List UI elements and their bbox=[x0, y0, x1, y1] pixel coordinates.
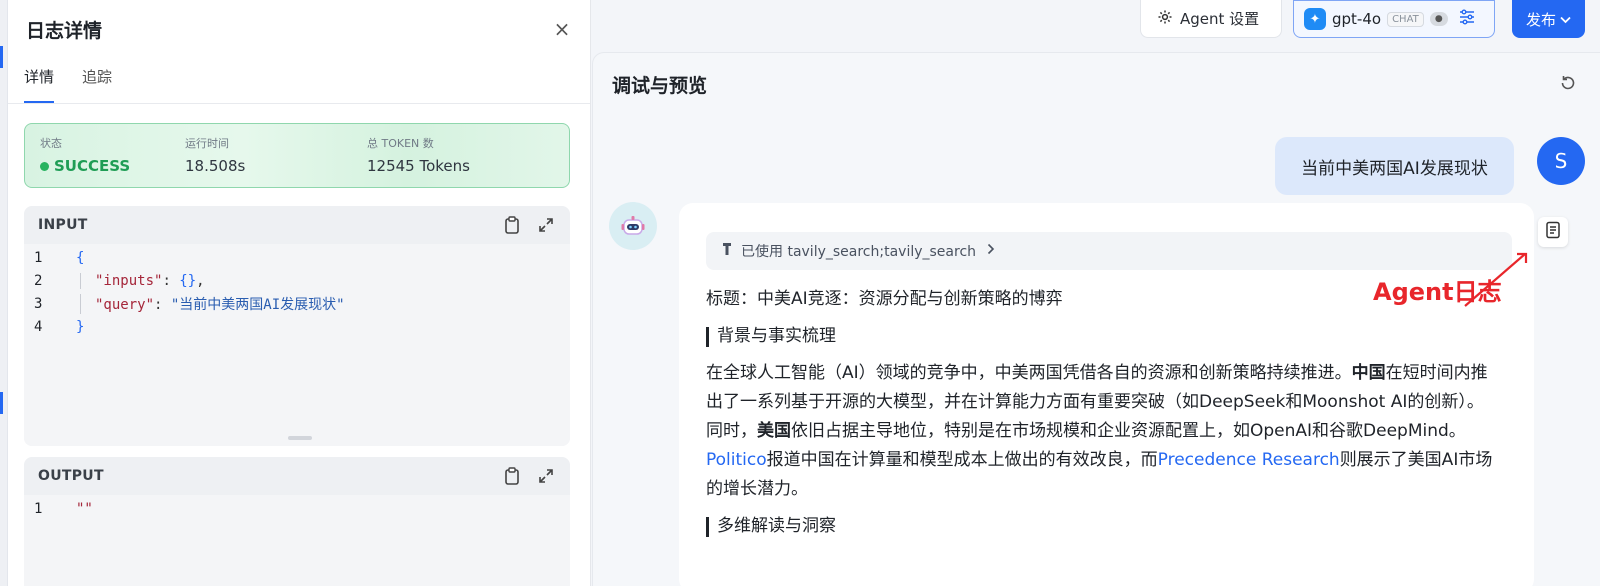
background-app-edge bbox=[0, 0, 8, 586]
json-value: "" bbox=[76, 500, 93, 517]
model-name: gpt-4o bbox=[1332, 10, 1382, 28]
gear-icon bbox=[1157, 9, 1173, 29]
code-line: 1 { bbox=[24, 246, 570, 269]
tokens-label: 总 TOKEN 数 bbox=[367, 137, 434, 150]
output-panel: OUTPUT 1 "" bbox=[24, 457, 570, 586]
chevron-down-icon bbox=[1560, 10, 1571, 28]
runtime-value: 18.508s bbox=[185, 157, 246, 175]
openai-logo-icon: ✦ bbox=[1304, 8, 1326, 30]
log-details-drawer: 日志详情 × 详情 追踪 状态 SUCCESS 运行时间 18.508s 总 T… bbox=[8, 0, 591, 586]
code-line: 2 "inputs": {}, bbox=[24, 269, 570, 292]
tab-details[interactable]: 详情 bbox=[24, 58, 55, 103]
code-line: 3 "query": "当前中美两国AI发展现状" bbox=[24, 292, 570, 315]
precedence-research-link[interactable]: Precedence Research bbox=[1158, 450, 1340, 470]
annotation-arrow-icon bbox=[1464, 252, 1528, 307]
json-key: "query" bbox=[95, 296, 155, 313]
vision-icon: ● bbox=[1429, 12, 1448, 26]
tool-icon bbox=[720, 241, 734, 261]
line-number: 1 bbox=[34, 249, 43, 266]
code-line: 1 "" bbox=[24, 497, 570, 520]
status-value: SUCCESS bbox=[54, 157, 131, 175]
line-number: 2 bbox=[34, 272, 43, 289]
answer-content: 标题：中美AI竞逐：资源分配与创新策略的博弈 背景与事实梳理 在全球人工智能（A… bbox=[706, 285, 1496, 549]
section-title: 背景与事实梳理 bbox=[717, 326, 836, 346]
code-line: 4 } bbox=[24, 315, 570, 338]
json-key: "inputs" bbox=[95, 272, 163, 289]
json-value: "当前中美两国AI发展现状" bbox=[170, 296, 345, 313]
edge-active-marker bbox=[0, 392, 3, 414]
edge-active-marker bbox=[0, 46, 3, 68]
agent-settings-button[interactable]: Agent 设置 bbox=[1140, 0, 1282, 38]
status-label: 状态 bbox=[40, 137, 62, 150]
runtime-stat: 运行时间 18.508s bbox=[185, 135, 367, 176]
input-panel-header: INPUT bbox=[24, 206, 570, 244]
user-avatar: S bbox=[1537, 137, 1585, 185]
publish-label: 发布 bbox=[1525, 10, 1556, 29]
tool-usage-text: 已使用 tavily_search;tavily_search bbox=[741, 244, 977, 260]
preview-title: 调试与预览 bbox=[612, 75, 708, 97]
input-panel-title: INPUT bbox=[38, 217, 88, 233]
json-value: {} bbox=[179, 272, 197, 289]
answer-paragraph: 在全球人工智能（AI）领域的竞争中，中美两国凭借各自的资源和创新策略持续推进。中… bbox=[706, 363, 1493, 499]
resize-handle[interactable] bbox=[288, 436, 312, 440]
bot-message-card: 已使用 tavily_search;tavily_search 标题：中美AI竞… bbox=[679, 203, 1534, 586]
model-selector[interactable]: ✦ gpt-4o CHAT ● bbox=[1293, 0, 1495, 38]
section-title: 多维解读与洞察 bbox=[717, 516, 836, 536]
tool-usage-pill[interactable]: 已使用 tavily_search;tavily_search bbox=[706, 232, 1512, 270]
publish-button[interactable]: 发布 bbox=[1512, 0, 1585, 38]
status-stat: 状态 SUCCESS bbox=[40, 135, 185, 176]
copy-icon[interactable] bbox=[502, 215, 522, 235]
settings-sliders-icon[interactable] bbox=[1458, 9, 1476, 29]
success-dot-icon bbox=[40, 161, 49, 171]
politico-link[interactable]: Politico bbox=[706, 450, 767, 470]
log-document-icon bbox=[1545, 221, 1561, 243]
drawer-title: 日志详情 bbox=[26, 19, 103, 42]
run-status-card: 状态 SUCCESS 运行时间 18.508s 总 TOKEN 数 12545 … bbox=[24, 123, 570, 188]
output-panel-header: OUTPUT bbox=[24, 457, 570, 495]
expand-icon[interactable] bbox=[536, 215, 556, 235]
chevron-right-icon bbox=[987, 243, 995, 259]
output-panel-title: OUTPUT bbox=[38, 468, 104, 484]
line-number: 1 bbox=[34, 500, 43, 517]
agent-log-button[interactable] bbox=[1538, 217, 1568, 247]
section-heading: 背景与事实梳理 bbox=[706, 322, 1496, 351]
tokens-stat: 总 TOKEN 数 12545 Tokens bbox=[367, 135, 470, 176]
copy-icon[interactable] bbox=[502, 466, 522, 486]
input-panel: INPUT 1 { 2 "inputs": {}, 3 "query": "当前… bbox=[24, 206, 570, 446]
tab-trace[interactable]: 追踪 bbox=[82, 58, 112, 103]
runtime-label: 运行时间 bbox=[185, 137, 229, 150]
expand-icon[interactable] bbox=[536, 466, 556, 486]
line-number: 3 bbox=[34, 295, 43, 312]
section-heading: 多维解读与洞察 bbox=[706, 512, 1496, 541]
status-badge: SUCCESS bbox=[40, 157, 185, 175]
model-type-tag: CHAT bbox=[1387, 11, 1424, 27]
agent-settings-label: Agent 设置 bbox=[1180, 10, 1260, 28]
drawer-tabs: 详情 追踪 bbox=[8, 58, 590, 104]
close-icon[interactable]: × bbox=[550, 17, 574, 41]
output-code-editor[interactable]: 1 "" bbox=[24, 495, 570, 586]
debug-preview-panel: 调试与预览 当前中美两国AI发展现状 S 已使用 tavily_search;t… bbox=[592, 52, 1600, 586]
line-number: 4 bbox=[34, 318, 43, 335]
bot-avatar-icon bbox=[609, 202, 657, 250]
drawer-header: 日志详情 × bbox=[8, 0, 590, 58]
input-code-editor[interactable]: 1 { 2 "inputs": {}, 3 "query": "当前中美两国AI… bbox=[24, 244, 570, 446]
tokens-value: 12545 Tokens bbox=[367, 157, 470, 175]
refresh-icon[interactable] bbox=[1558, 73, 1578, 93]
user-message-bubble: 当前中美两国AI发展现状 bbox=[1275, 137, 1514, 195]
